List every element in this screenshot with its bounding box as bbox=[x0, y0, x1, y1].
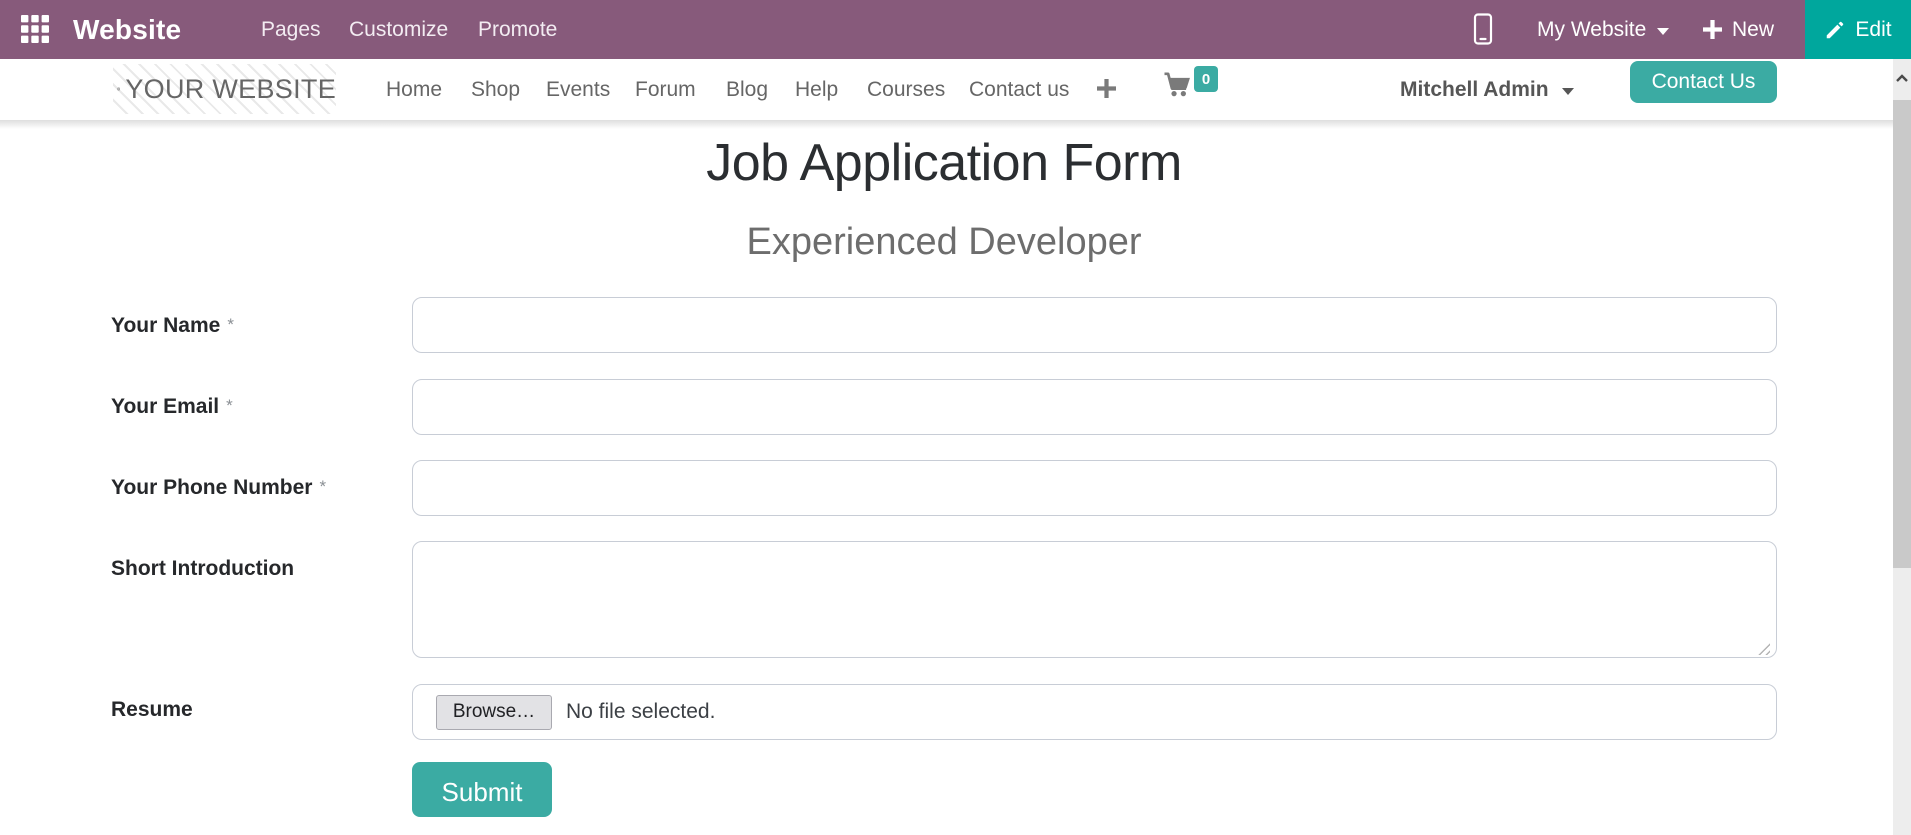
edit-button[interactable]: Edit bbox=[1805, 0, 1911, 59]
add-page-plus-icon[interactable] bbox=[1097, 79, 1116, 98]
caret-down-icon bbox=[1657, 28, 1669, 35]
required-marker: * bbox=[227, 315, 234, 334]
website-navbar: YOUR WEBSITE Home Shop Events Forum Blog… bbox=[0, 59, 1893, 120]
short-introduction-field[interactable] bbox=[412, 541, 1777, 658]
scroll-up-icon[interactable] bbox=[1895, 70, 1909, 88]
submit-button[interactable]: Submit bbox=[412, 762, 552, 817]
user-name: Mitchell Admin bbox=[1400, 78, 1549, 102]
nav-link-courses[interactable]: Courses bbox=[867, 59, 945, 120]
app-title[interactable]: Website bbox=[73, 0, 181, 59]
builder-topbar: Website Pages Customize Promote My Websi… bbox=[0, 0, 1911, 59]
edit-button-label: Edit bbox=[1855, 18, 1891, 42]
mobile-preview-icon[interactable] bbox=[1473, 13, 1493, 45]
plus-icon bbox=[1703, 20, 1722, 39]
nav-link-events[interactable]: Events bbox=[546, 59, 610, 120]
scrollbar-thumb[interactable] bbox=[1893, 100, 1911, 568]
email-field[interactable] bbox=[412, 379, 1777, 435]
label-resume: Resume bbox=[111, 698, 193, 722]
topbar-menu-promote[interactable]: Promote bbox=[478, 0, 557, 59]
label-your-email: Your Email* bbox=[111, 395, 233, 419]
browse-button[interactable]: Browse… bbox=[436, 695, 552, 730]
topbar-menu-customize[interactable]: Customize bbox=[349, 0, 448, 59]
nav-link-shop[interactable]: Shop bbox=[471, 59, 520, 120]
nav-link-home[interactable]: Home bbox=[386, 59, 442, 120]
vertical-scrollbar[interactable] bbox=[1893, 59, 1911, 835]
navbar-shadow bbox=[0, 120, 1893, 129]
contact-us-button[interactable]: Contact Us bbox=[1630, 61, 1777, 103]
topbar-menu-pages[interactable]: Pages bbox=[261, 0, 321, 59]
name-field[interactable] bbox=[412, 297, 1777, 353]
globe-icon bbox=[117, 72, 120, 106]
website-switcher[interactable]: My Website bbox=[1537, 0, 1669, 59]
new-content-button[interactable]: New bbox=[1703, 0, 1774, 59]
cart-icon bbox=[1163, 72, 1191, 97]
edit-pencil-icon bbox=[1824, 19, 1846, 41]
website-logo[interactable]: YOUR WEBSITE bbox=[113, 64, 336, 114]
cart-count-badge: 0 bbox=[1194, 66, 1218, 92]
required-marker: * bbox=[226, 396, 233, 415]
phone-field[interactable] bbox=[412, 460, 1777, 516]
page-subtitle: Experienced Developer bbox=[111, 221, 1777, 264]
file-status-text: No file selected. bbox=[566, 700, 715, 724]
resume-file-input[interactable]: Browse… No file selected. bbox=[412, 684, 1777, 740]
new-button-label: New bbox=[1732, 18, 1774, 42]
nav-link-blog[interactable]: Blog bbox=[726, 59, 768, 120]
label-short-introduction: Short Introduction bbox=[111, 557, 294, 581]
nav-link-help[interactable]: Help bbox=[795, 59, 838, 120]
odoo-website-builder-screen: Website Pages Customize Promote My Websi… bbox=[0, 0, 1911, 835]
website-switcher-label: My Website bbox=[1537, 18, 1646, 42]
label-your-name: Your Name* bbox=[111, 314, 234, 338]
nav-link-contact-us[interactable]: Contact us bbox=[969, 59, 1069, 120]
website-logo-text: YOUR WEBSITE bbox=[125, 74, 336, 105]
caret-down-icon bbox=[1562, 88, 1574, 95]
user-menu[interactable]: Mitchell Admin bbox=[1400, 59, 1574, 120]
page-title: Job Application Form bbox=[111, 133, 1777, 193]
nav-link-forum[interactable]: Forum bbox=[635, 59, 696, 120]
label-your-phone-number: Your Phone Number* bbox=[111, 476, 326, 500]
apps-grid-icon[interactable] bbox=[21, 15, 49, 43]
required-marker: * bbox=[319, 477, 326, 496]
cart-button[interactable]: 0 bbox=[1163, 72, 1221, 110]
